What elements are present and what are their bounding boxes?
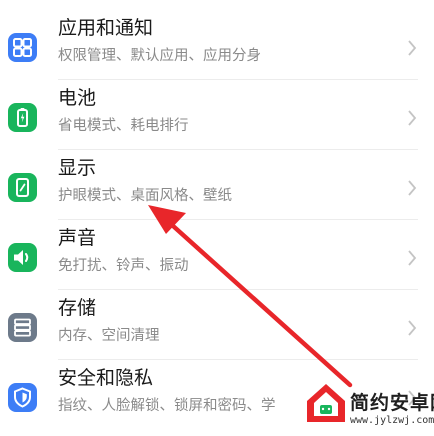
- settings-item-subtitle: 护眼模式、桌面风格、壁纸: [58, 188, 232, 204]
- apps-grid-icon: [8, 33, 37, 62]
- watermark-name: 简约安卓网: [350, 392, 434, 414]
- settings-item-subtitle: 免打扰、铃声、振动: [58, 258, 189, 274]
- speaker-icon: [8, 243, 37, 272]
- settings-item-title: 安全和隐私: [58, 367, 154, 389]
- settings-item-sound[interactable]: 声音 免打扰、铃声、振动: [0, 220, 434, 290]
- settings-item-title: 声音: [58, 227, 97, 249]
- storage-icon: [8, 313, 37, 342]
- chevron-right-icon: [408, 320, 417, 336]
- shield-icon: [8, 383, 37, 412]
- settings-item-storage[interactable]: 存储 内存、空间清理: [0, 290, 434, 360]
- chevron-right-icon: [408, 180, 417, 196]
- watermark-url: www.jylzwj.com: [350, 415, 434, 426]
- settings-item-title: 存储: [58, 297, 97, 319]
- settings-item-title: 显示: [58, 157, 97, 179]
- chevron-right-icon: [408, 250, 417, 266]
- chevron-right-icon: [408, 40, 417, 56]
- settings-item-apps-notifications[interactable]: 应用和通知 权限管理、默认应用、应用分身: [0, 10, 434, 80]
- settings-item-battery[interactable]: 电池 省电模式、耗电排行: [0, 80, 434, 150]
- settings-item-subtitle: 指纹、人脸解锁、锁屏和密码、学: [58, 398, 276, 414]
- watermark: 简约安卓网 www.jylzwj.com: [300, 379, 434, 436]
- settings-item-subtitle: 内存、空间清理: [58, 328, 160, 344]
- settings-item-display[interactable]: 显示 护眼模式、桌面风格、壁纸: [0, 150, 434, 220]
- settings-item-title: 应用和通知: [58, 17, 154, 39]
- watermark-logo-icon: [307, 384, 345, 422]
- settings-item-subtitle: 权限管理、默认应用、应用分身: [58, 48, 261, 64]
- settings-item-title: 电池: [58, 87, 97, 109]
- display-phone-icon: [8, 173, 37, 202]
- settings-item-subtitle: 省电模式、耗电排行: [58, 118, 189, 134]
- chevron-right-icon: [408, 110, 417, 126]
- battery-icon: [8, 103, 37, 132]
